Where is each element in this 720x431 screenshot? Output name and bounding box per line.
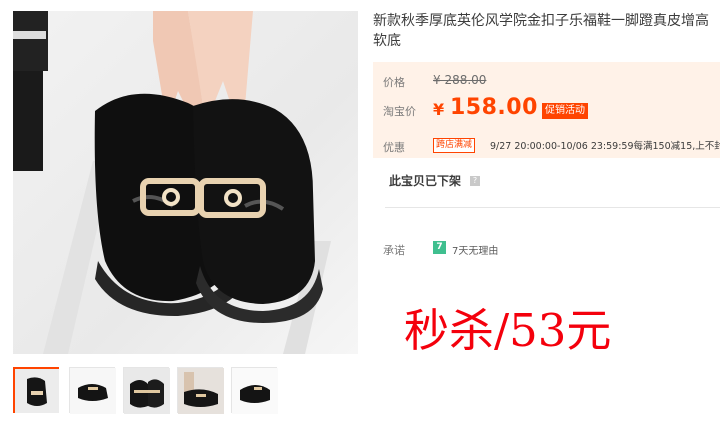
shoe-thumb-image [70, 368, 116, 414]
thumbnail-3[interactable] [123, 367, 170, 414]
promo-tag[interactable]: 促销活动 [542, 103, 588, 119]
promise-label: 承诺 [383, 244, 405, 257]
help-icon[interactable]: ? [470, 176, 480, 186]
main-product-image[interactable] [13, 11, 358, 354]
shoe-thumb-image [178, 368, 224, 414]
original-price: ¥ 288.00 [433, 73, 487, 87]
shoe-photo [13, 11, 331, 354]
taobao-price-label: 淘宝价 [383, 105, 416, 118]
thumbnail-5[interactable] [231, 367, 278, 414]
current-price: 158.00 [450, 95, 538, 120]
product-title: 新款秋季厚底英伦风学院金扣子乐福鞋一脚蹬真皮增高软底 [373, 13, 709, 49]
shoe-thumb-image [124, 368, 170, 414]
seven-day-return-icon: 7 [433, 241, 446, 254]
off-shelf-status: 此宝贝已下架 [389, 174, 462, 188]
coupon-text: 9/27 20:00:00-10/06 23:59:59每满150减15,上不封… [490, 141, 720, 152]
shoe-thumb-image [15, 369, 59, 413]
divider [385, 207, 720, 208]
currency-symbol: ¥ [433, 100, 445, 119]
shoe-thumb-image [232, 368, 278, 414]
promise-text[interactable]: 7天无理由 [452, 242, 498, 257]
thumbnail-2[interactable] [69, 367, 116, 414]
price-label: 价格 [383, 76, 405, 89]
coupon-tag[interactable]: 跨店满减 [433, 138, 476, 153]
price-panel: 价格 ¥ 288.00 淘宝价 ¥ 158.00 促销活动 优惠 跨店满减 9/… [373, 62, 720, 158]
discount-label: 优惠 [383, 141, 405, 154]
thumbnail-1[interactable] [13, 367, 59, 413]
flash-sale-text: 秒杀/53元 [404, 304, 612, 357]
thumbnail-4[interactable] [177, 367, 224, 414]
